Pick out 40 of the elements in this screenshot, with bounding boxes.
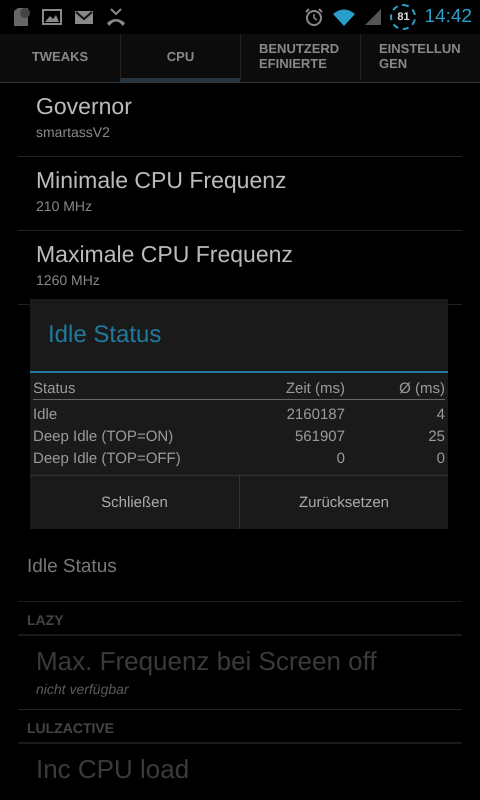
table-cell-text: Deep Idle (TOP=OFF) bbox=[33, 450, 182, 466]
clock-time: 14:42 bbox=[424, 6, 472, 28]
setting-title: Inc CPU load bbox=[36, 754, 190, 785]
dialog-title: Idle Status bbox=[30, 299, 448, 373]
column-header: Status bbox=[33, 380, 77, 396]
table-cell-text: 25 bbox=[427, 428, 445, 444]
setting-title[interactable]: Governor bbox=[36, 93, 444, 120]
setting-value: nicht verfügbar bbox=[36, 681, 130, 697]
mail-icon bbox=[74, 9, 94, 25]
setting-title: Max. Frequenz bei Screen off bbox=[36, 646, 378, 677]
tab[interactable]: CPU bbox=[120, 34, 240, 82]
alarm-icon bbox=[304, 7, 324, 27]
table-cell-text: 0 bbox=[436, 450, 445, 466]
column-header: Ø (ms) bbox=[398, 380, 445, 396]
section-header: LULZACTIVE bbox=[27, 720, 116, 736]
setting-title[interactable]: Minimale CPU Frequenz bbox=[36, 167, 444, 194]
wifi-icon bbox=[332, 8, 356, 26]
dialog-button[interactable]: Zurücksetzen bbox=[239, 476, 448, 529]
missed-call-icon bbox=[106, 7, 126, 27]
setting-title[interactable]: Idle Status bbox=[27, 556, 117, 578]
column-header: Zeit (ms) bbox=[284, 380, 345, 396]
table-cell-text: Deep Idle (TOP=ON) bbox=[33, 428, 174, 444]
tab[interactable]: BENUTZERD EFINIERTE bbox=[240, 34, 360, 82]
table-cell-text: 561907 bbox=[294, 428, 345, 444]
table-cell-text: 0 bbox=[336, 450, 345, 466]
table-cell-text: 2160187 bbox=[286, 406, 345, 422]
table-cell-text: Idle bbox=[33, 406, 58, 422]
tab[interactable]: TWEAKS bbox=[0, 34, 120, 82]
picture-icon bbox=[42, 8, 62, 26]
setting-value: 210 MHz bbox=[36, 198, 94, 214]
tab[interactable]: EINSTELLUN GEN bbox=[360, 34, 480, 82]
table-cell-text: 4 bbox=[436, 406, 445, 422]
setting-title[interactable]: Maximale CPU Frequenz bbox=[36, 241, 444, 268]
battery-level: 81 bbox=[390, 4, 416, 30]
sd-card-icon bbox=[12, 7, 30, 27]
setting-value: smartassV2 bbox=[36, 124, 111, 140]
setting-value: 1260 MHz bbox=[36, 272, 101, 288]
signal-icon bbox=[364, 8, 382, 26]
dialog-button[interactable]: Schließen bbox=[30, 476, 239, 529]
section-header: LAZY bbox=[27, 612, 65, 628]
